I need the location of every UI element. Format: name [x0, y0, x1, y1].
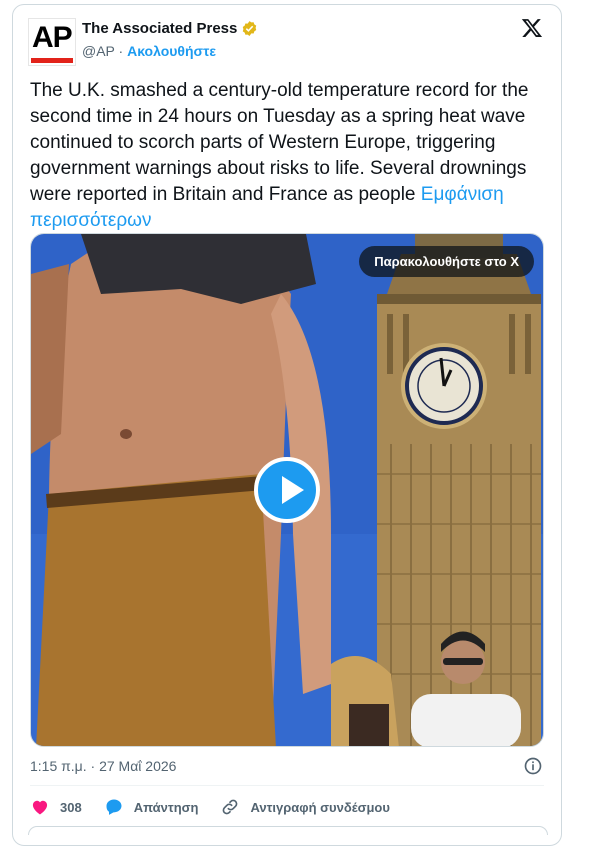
video-media[interactable]: Παρακολουθήστε στο X	[30, 233, 544, 747]
avatar[interactable]: AP	[28, 18, 76, 66]
author-display-name[interactable]: The Associated Press	[82, 20, 237, 37]
read-replies-bar[interactable]	[28, 826, 548, 835]
play-icon[interactable]	[254, 457, 320, 523]
link-icon	[223, 799, 238, 815]
tweet-text: The U.K. smashed a century-old temperatu…	[30, 78, 550, 234]
like-count: 308	[60, 799, 82, 815]
copy-link-button[interactable]: Αντιγραφή συνδέσμου	[220, 797, 390, 817]
tweet-actions: 308 Απάντηση Αντιγραφή συνδέσμου	[30, 797, 412, 817]
divider	[30, 785, 544, 786]
author-handle[interactable]: @AP	[82, 43, 115, 59]
like-button[interactable]: 308	[30, 797, 82, 817]
x-logo-icon[interactable]	[521, 17, 543, 39]
reply-bubble-icon	[106, 799, 122, 815]
info-icon[interactable]	[523, 756, 543, 776]
tweet-timestamp[interactable]: 1:15 π.μ. · 27 Μαΐ 2026	[30, 758, 176, 774]
avatar-logo-bar	[31, 58, 73, 63]
author-name-row: The Associated Press	[82, 20, 258, 37]
follow-button[interactable]: Ακολουθήστε	[127, 43, 216, 59]
author-handle-row: @AP · Ακολουθήστε	[82, 43, 216, 59]
verified-badge-icon	[243, 21, 257, 36]
avatar-logo-text: AP	[32, 21, 73, 54]
watch-on-x-button[interactable]: Παρακολουθήστε στο X	[359, 246, 534, 277]
handle-separator: ·	[118, 43, 124, 59]
copy-link-label: Αντιγραφή συνδέσμου	[250, 799, 390, 815]
reply-label: Απάντηση	[133, 799, 199, 815]
reply-button[interactable]: Απάντηση	[104, 797, 199, 817]
heart-icon	[32, 800, 48, 815]
